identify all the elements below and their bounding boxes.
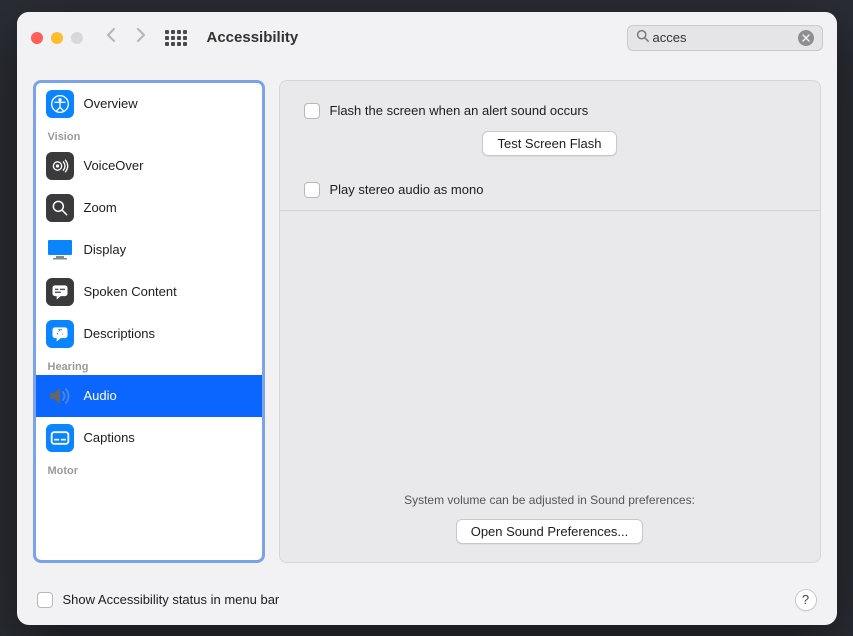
- search-input[interactable]: [653, 30, 798, 45]
- test-screen-flash-button[interactable]: Test Screen Flash: [482, 131, 616, 156]
- mono-audio-row: Play stereo audio as mono: [280, 170, 820, 211]
- search-icon: [636, 29, 649, 47]
- search-field-wrap[interactable]: [627, 25, 823, 51]
- sidebar-item-display[interactable]: Display: [36, 229, 262, 271]
- sidebar-item-label: Captions: [84, 430, 135, 445]
- body-area: Overview Vision VoiceOver Zoom Display Spoken…: [17, 64, 837, 579]
- footer: Show Accessibility status in menu bar ?: [17, 579, 837, 625]
- clear-search-icon[interactable]: [798, 30, 814, 46]
- traffic-lights: [31, 32, 83, 44]
- mono-audio-label: Play stereo audio as mono: [330, 182, 484, 197]
- mono-audio-checkbox[interactable]: [304, 182, 320, 198]
- test-flash-row: Test Screen Flash: [280, 131, 820, 170]
- sidebar-item-label: Spoken Content: [84, 284, 177, 299]
- sidebar-item-captions[interactable]: Captions: [36, 417, 262, 459]
- section-header-hearing: Hearing: [36, 355, 262, 375]
- sidebar-item-label: Zoom: [84, 200, 117, 215]
- sidebar-item-label: Overview: [84, 96, 138, 111]
- help-button[interactable]: ?: [795, 589, 817, 611]
- sidebar-item-label: Descriptions: [84, 326, 156, 341]
- preferences-window: Accessibility Overview Vision VoiceOver Zoo…: [17, 12, 837, 625]
- sidebar-item-zoom[interactable]: Zoom: [36, 187, 262, 229]
- back-button[interactable]: [105, 27, 117, 48]
- sidebar-item-descriptions[interactable]: ” Descriptions: [36, 313, 262, 355]
- section-header-motor: Motor: [36, 459, 262, 479]
- zoom-window: [71, 32, 83, 44]
- show-all-icon[interactable]: [165, 30, 187, 46]
- sidebar-item-label: Audio: [84, 388, 117, 403]
- sidebar-item-overview[interactable]: Overview: [36, 83, 262, 125]
- voiceover-icon: [46, 152, 74, 180]
- flash-screen-label: Flash the screen when an alert sound occ…: [330, 103, 589, 118]
- main-panel: Flash the screen when an alert sound occ…: [279, 80, 821, 563]
- show-status-label: Show Accessibility status in menu bar: [63, 592, 280, 607]
- minimize-window[interactable]: [51, 32, 63, 44]
- captions-icon: [46, 424, 74, 452]
- quote-bubble-icon: ”: [46, 320, 74, 348]
- speaker-icon: [46, 382, 74, 410]
- zoom-icon: [46, 194, 74, 222]
- sidebar-item-label: VoiceOver: [84, 158, 144, 173]
- sidebar-item-label: Display: [84, 242, 127, 257]
- open-sound-row: Open Sound Preferences...: [280, 519, 820, 562]
- forward-button[interactable]: [135, 27, 147, 48]
- flash-screen-checkbox[interactable]: [304, 103, 320, 119]
- close-window[interactable]: [31, 32, 43, 44]
- sidebar-item-audio[interactable]: Audio: [36, 375, 262, 417]
- speech-bubble-icon: [46, 278, 74, 306]
- section-header-vision: Vision: [36, 125, 262, 145]
- accessibility-icon: [46, 90, 74, 118]
- sidebar-item-voiceover[interactable]: VoiceOver: [36, 145, 262, 187]
- sidebar[interactable]: Overview Vision VoiceOver Zoom Display Spoken…: [33, 80, 265, 563]
- window-title: Accessibility: [207, 29, 299, 46]
- open-sound-preferences-button[interactable]: Open Sound Preferences...: [456, 519, 644, 544]
- nav-arrows: [105, 27, 147, 48]
- flash-screen-row: Flash the screen when an alert sound occ…: [280, 81, 820, 131]
- volume-info-label: System volume can be adjusted in Sound p…: [280, 485, 820, 519]
- display-icon: [46, 236, 74, 264]
- sidebar-item-spoken-content[interactable]: Spoken Content: [36, 271, 262, 313]
- show-status-checkbox[interactable]: [37, 592, 53, 608]
- toolbar: Accessibility: [17, 12, 837, 64]
